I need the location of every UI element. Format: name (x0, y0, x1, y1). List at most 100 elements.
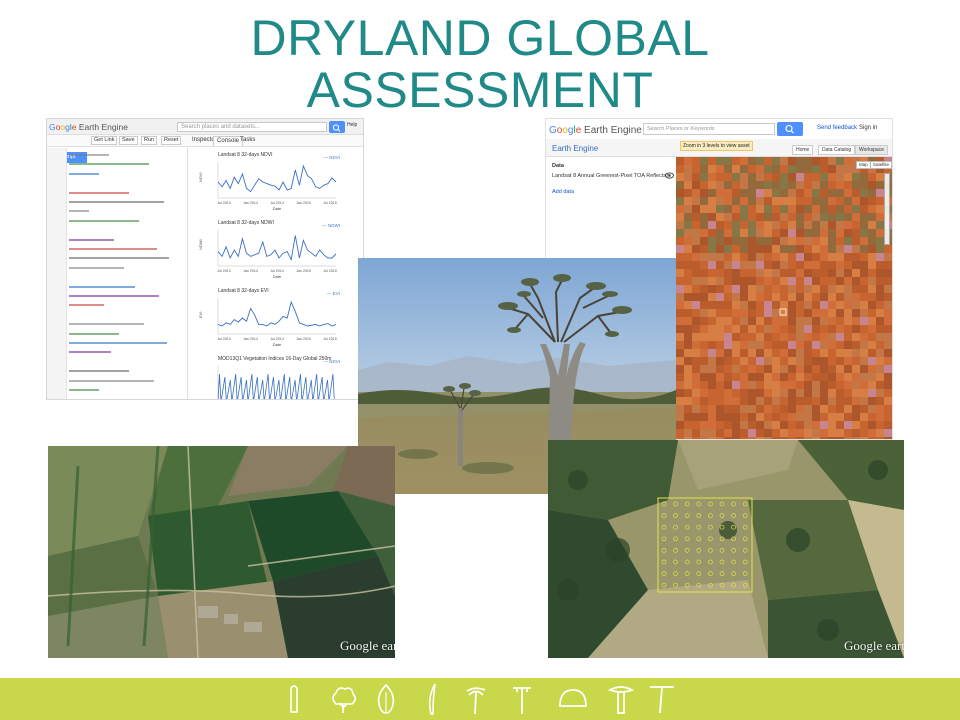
editor-search-input[interactable]: Search places and datasets... (177, 122, 327, 132)
code-line (69, 389, 99, 391)
landsat-map-view[interactable]: Map Satellite (676, 157, 892, 439)
map-zoom-slider[interactable] (884, 173, 890, 245)
earth-engine-code-editor-screenshot: Google Earth Engine Search places and da… (46, 118, 364, 400)
code-line (69, 219, 139, 222)
agricultural-fields-satellite-image: Google earth (48, 446, 395, 658)
acacia-icon (513, 687, 531, 714)
editor-top-bar: Google Earth Engine Search places and da… (47, 119, 363, 135)
code-line (69, 323, 144, 326)
shrub-icon (377, 683, 395, 714)
page-title: DRYLAND GLOBAL ASSESSMENT (0, 12, 960, 116)
x-tick-label: Jul 2015 (323, 269, 337, 273)
code-line (69, 238, 114, 241)
explorer-search-input[interactable]: Search Places or Keywords (643, 123, 775, 135)
x-tick-label: Jul 2015 (323, 337, 337, 341)
map-type-satellite-button[interactable]: Satellite (870, 161, 892, 169)
chart-plot: NDVI Jul 2013 Jan 2014 Jul 2014 Jan 2015 Jul … (198, 162, 337, 211)
x-tick-label: Jul 2014 (270, 337, 284, 341)
code-line (69, 191, 129, 194)
x-tick-label: Jul 2013 (217, 337, 231, 341)
app-title: Earth Engine (552, 144, 599, 153)
x-tick-label: Jan 2015 (296, 337, 311, 341)
baobab-icon (607, 686, 635, 714)
round-tree-icon (559, 689, 587, 707)
line-number-gutter (47, 148, 67, 399)
fields-satellite-image (48, 446, 395, 658)
x-tick-label: Jul 2014 (270, 269, 284, 273)
code-line (69, 285, 135, 288)
palm-icon (466, 687, 486, 715)
code-line (69, 248, 157, 250)
editor-search-button[interactable] (329, 121, 345, 133)
console-chart: MOD13Q1 Vegetation Indices 16-Day Global… (196, 356, 356, 399)
series-line (217, 373, 335, 399)
code-line (69, 379, 154, 382)
x-tick-label: Jul 2015 (323, 201, 337, 205)
x-tick-label: Jul 2013 (217, 201, 231, 205)
eye-icon[interactable] (665, 172, 674, 179)
code-editor-area[interactable] (69, 148, 185, 399)
data-section-label: Data (552, 163, 564, 169)
y-axis-label: EVI (198, 312, 203, 318)
google-earth-watermark: Google earth (844, 638, 904, 653)
nav-data-catalog[interactable]: Data Catalog (818, 145, 856, 155)
add-data-link[interactable]: Add data (552, 189, 574, 195)
run-button[interactable]: Run (141, 136, 158, 145)
code-line (69, 257, 169, 260)
series-line (217, 235, 337, 262)
save-button[interactable]: Save (119, 136, 138, 145)
x-axis-label: Date (273, 206, 282, 211)
x-tick-label: Jul 2013 (217, 269, 231, 273)
code-line (69, 172, 99, 175)
flat-tree-icon (650, 686, 674, 714)
x-axis-label: Date (273, 342, 282, 347)
cactus-icon (290, 685, 298, 713)
layer-item[interactable]: Landsat 8 Annual Greenest-Pixel TOA Refl… (552, 173, 670, 179)
console-chart: Landsat 8 32-days EVI — EVI EVI Jul 2013 Jan… (196, 288, 356, 352)
code-line (69, 210, 89, 213)
chart-plot: EVI Jul 2013 Jan 2014 Jul 2014 Jan 2015 Jul 2… (198, 298, 337, 347)
sign-in-link[interactable]: Sign in (859, 125, 877, 131)
code-line (69, 154, 109, 156)
code-line (69, 201, 164, 203)
help-link[interactable]: Help (347, 122, 357, 128)
code-line (69, 370, 129, 373)
google-earth-watermark: Google earth (340, 638, 395, 653)
grass-blade-icon (428, 683, 436, 715)
console-chart: Landsat 8 32-days NDVI — NDVI NDVI Jul 2013… (196, 152, 356, 216)
x-tick-label: Jan 2014 (243, 201, 258, 205)
send-feedback-link[interactable]: Send feedback (817, 125, 857, 131)
forest-sample-plot-satellite-image: Google earth (548, 440, 904, 658)
map-type-map-button[interactable]: Map (856, 161, 871, 169)
code-line (69, 342, 167, 344)
code-line (69, 332, 119, 335)
x-tick-label: Jan 2014 (243, 269, 258, 273)
code-line (69, 304, 104, 307)
console-panel: Landsat 8 32-days NDVI — NDVI NDVI Jul 2013… (187, 148, 363, 399)
get-link-button[interactable]: Get Link (91, 136, 118, 145)
explorer-search-button[interactable] (777, 122, 803, 136)
nav-home[interactable]: Home (792, 145, 814, 155)
search-icon (785, 124, 794, 134)
search-icon (332, 124, 341, 132)
y-axis-label: NDVI (198, 172, 203, 182)
forest-satellite-image (548, 440, 904, 658)
code-line (69, 163, 149, 166)
google-earth-engine-logo: Google Earth Engine (549, 125, 642, 136)
code-line (69, 351, 111, 354)
series-line (217, 164, 337, 193)
tab-tasks[interactable]: Tasks (237, 136, 258, 146)
series-line (217, 300, 337, 327)
x-tick-label: Jan 2015 (296, 269, 311, 273)
zoom-note: Zoom in 3 levels to view asset (680, 141, 753, 151)
title-line-2: ASSESSMENT (306, 62, 654, 118)
chart-plot: NDWI Jul 2013 Jan 2014 Jul 2014 Jan 2015 Jul … (198, 230, 337, 279)
google-earth-engine-logo: Google Earth Engine (49, 122, 128, 132)
landsat-map-image (676, 157, 892, 439)
x-axis-label: Date (273, 274, 282, 279)
explorer-sub-bar: Earth Engine Zoom in 3 levels to view as… (546, 139, 892, 157)
x-tick-label: Jan 2014 (243, 337, 258, 341)
reset-button[interactable]: Reset (161, 136, 182, 145)
nav-workspace[interactable]: Workspace (855, 145, 888, 155)
x-tick-label: Jan 2015 (296, 201, 311, 205)
